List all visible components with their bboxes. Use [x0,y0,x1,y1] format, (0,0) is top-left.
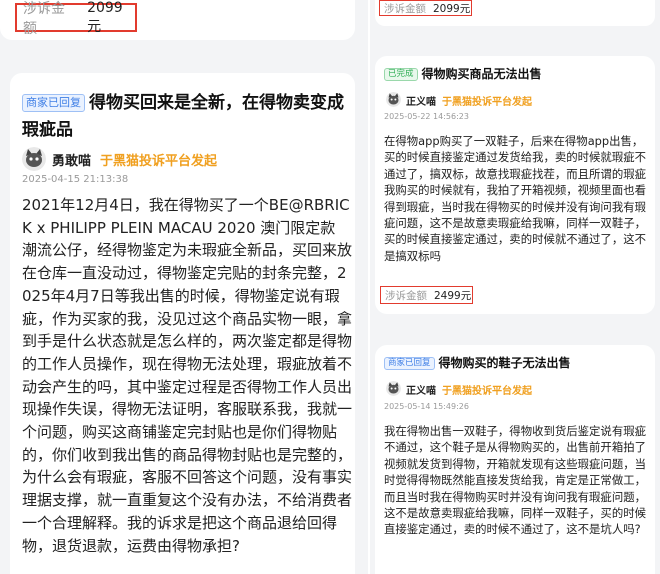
complaint-body: 我在得物出售一双鞋子，得物收到货后鉴定说有瑕疵不通过，这个鞋子是从得物购买的，出… [384,424,646,537]
status-badge: 商家已回复 [384,356,435,371]
claim-amount-label: 涉诉金额 [385,289,427,302]
platform-source: 于黑猫投诉平台发起 [442,97,532,108]
platform-source: 于黑猫投诉平台发起 [100,154,218,169]
cat-avatar-icon [386,92,401,107]
claim-amount-value: 2099元 [87,0,123,35]
claim-amount-label: 涉诉金额 [23,0,65,37]
complaint-title-block[interactable]: 商家已回复 得物买回来是全新，在得物卖变成瑕疵品 [22,90,346,144]
complaint-timestamp: 2025-05-14 15:49:26 [384,402,469,411]
status-badge: 已完成 [384,67,418,82]
complaint-body: 2021年12月4日，我在得物买了一个BE@RBRICK x PHILIPP P… [22,196,353,555]
claim-amount-label: 涉诉金额 [384,2,426,15]
avatar[interactable] [386,381,401,396]
complaint-card[interactable]: 商家已回复 得物购买的鞋子无法出售 正义喵 于黑猫投诉平台发起 2025-05-1… [375,345,655,574]
claim-amount-value: 2499元 [434,289,472,302]
complaint-title[interactable]: 得物购买的鞋子无法出售 [439,356,571,370]
avatar[interactable] [22,147,46,171]
avatar[interactable] [386,92,401,107]
user-name[interactable]: 正义喵 [406,382,436,397]
left-complaint-panel: 涉诉金额 2099元 商家已回复 得物买回来是全新，在得物卖变成瑕疵品 勇敢喵 于… [0,0,368,574]
complaint-card[interactable]: 已完成 得物购买商品无法出售 正义喵 于黑猫投诉平台发起 2025-05-22 1… [375,56,655,314]
complaint-timestamp: 2025-05-22 14:56:23 [384,112,469,121]
claim-amount-value: 2099元 [433,2,471,15]
complaint-title-block[interactable]: 已完成 得物购买商品无法出售 [384,65,646,83]
cat-avatar-icon [22,147,46,171]
status-badge: 商家已回复 [22,93,85,113]
claim-amount-highlight: 涉诉金额 2499元 [380,286,473,304]
complaint-title-block[interactable]: 商家已回复 得物购买的鞋子无法出售 [384,354,646,372]
complaint-body: 在得物app购买了一双鞋子，后来在得物app出售，买的时候直接鉴定通过发货给我，… [384,134,646,263]
claim-amount-highlight: 涉诉金额 2099元 [379,0,472,16]
user-name[interactable]: 勇敢喵 [52,150,91,169]
complaint-title[interactable]: 得物购买商品无法出售 [422,67,542,81]
platform-source: 于黑猫投诉平台发起 [442,386,532,397]
complaint-card[interactable]: 商家已回复 得物买回来是全新，在得物卖变成瑕疵品 勇敢喵 于黑猫投诉平台发起 20… [10,73,355,574]
claim-amount-highlight: 涉诉金额 2099元 [15,0,137,37]
complaint-timestamp: 2025-04-15 21:13:38 [22,174,129,185]
cat-avatar-icon [386,381,401,396]
right-complaint-panel: 涉诉金额 2099元 已完成 得物购买商品无法出售 正义喵 于黑猫投诉平台发起 2… [370,0,660,574]
user-name[interactable]: 正义喵 [406,93,436,108]
